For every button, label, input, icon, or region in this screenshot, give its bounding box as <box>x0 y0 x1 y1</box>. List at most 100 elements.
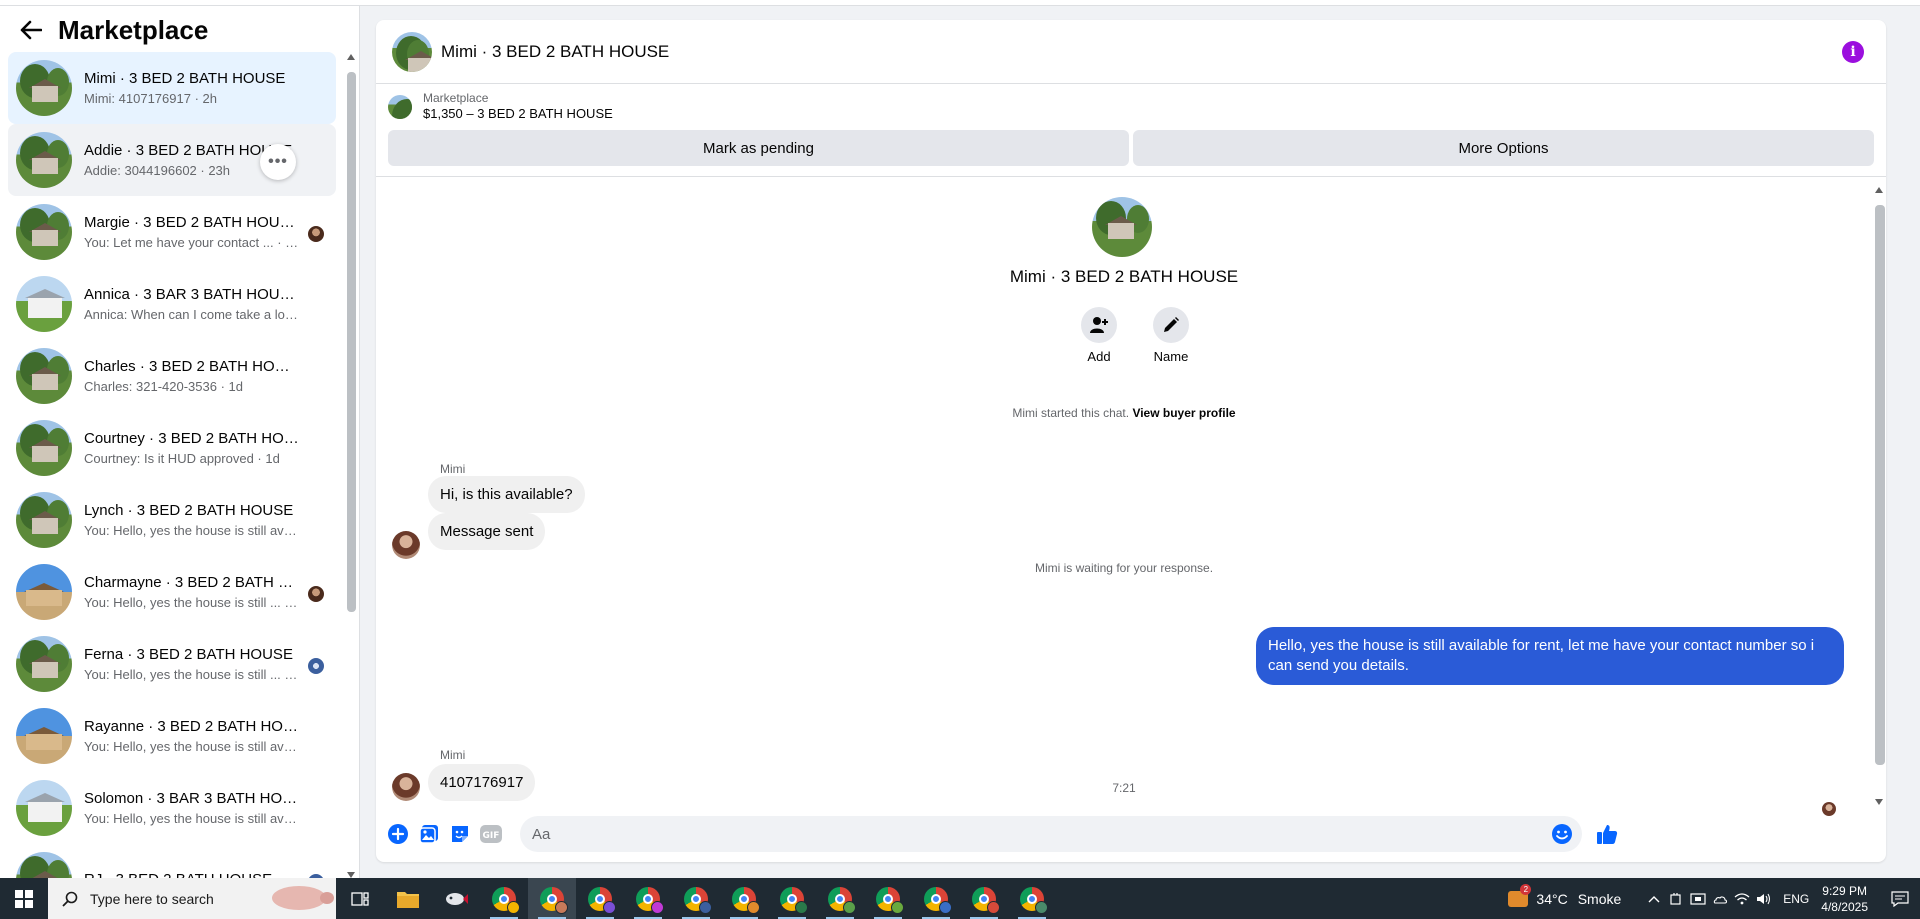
conversation-item[interactable]: Lynch · 3 BED 2 BATH HOUSE You: Hello, ye… <box>8 484 336 556</box>
language-indicator[interactable]: ENG <box>1783 892 1809 906</box>
message-timestamp: 7:21 <box>1112 781 1136 795</box>
conversation-item[interactable]: Margie · 3 BED 2 BATH HOUSE You: Let me h… <box>8 196 336 268</box>
conversation-avatar <box>16 564 72 620</box>
conversation-name: Mimi · 3 BED 2 BATH HOUSE <box>84 69 286 87</box>
conversation-name: Charles · 3 BED 2 BATH HOUSE <box>84 357 299 375</box>
emoji-icon[interactable] <box>1548 820 1576 848</box>
scrollbar-thumb[interactable] <box>1875 205 1885 765</box>
conversation-item[interactable]: RJ · 3 BED 2 BATH HOUSE <box>8 844 336 878</box>
sidebar-title: Marketplace <box>58 14 209 45</box>
windows-start-icon[interactable] <box>0 878 48 919</box>
conversation-item[interactable]: Addie · 3 BED 2 BATH HOUSE Addie: 3044196… <box>8 124 336 196</box>
chrome-profile-8-icon[interactable] <box>816 878 864 919</box>
scrollbar-thumb[interactable] <box>347 72 356 612</box>
sender-avatar[interactable] <box>392 531 420 559</box>
onedrive-icon[interactable] <box>1709 878 1731 919</box>
conversation-name: Rayanne · 3 BED 2 BATH HOUSE <box>84 717 299 735</box>
conversation-item[interactable]: Annica · 3 BAR 3 BATH HOUSE Annica: When … <box>8 268 336 340</box>
chrome-profile-1-icon[interactable] <box>480 878 528 919</box>
scroll-up-arrow-icon[interactable] <box>347 54 355 60</box>
app-fish-icon[interactable] <box>432 878 480 919</box>
chat-started-notice: Mimi started this chat. View buyer profi… <box>376 406 1872 420</box>
sidebar-header: Marketplace <box>0 6 359 54</box>
incoming-message[interactable]: Message sent <box>428 513 546 550</box>
notification-center-icon[interactable] <box>1880 878 1920 919</box>
battery-plug-icon[interactable] <box>1665 878 1687 919</box>
conversation-avatar <box>16 348 72 404</box>
taskbar-search[interactable]: Type here to search <box>48 878 336 919</box>
sticker-icon[interactable] <box>446 820 474 848</box>
sidebar-scrollbar[interactable] <box>345 52 357 878</box>
conversation-item[interactable]: Courtney · 3 BED 2 BATH HOUSE Courtney: I… <box>8 412 336 484</box>
conversation-item[interactable]: Rayanne · 3 BED 2 BATH HOUSE You: Hello, … <box>8 700 336 772</box>
mark-as-pending-button[interactable]: Mark as pending <box>388 130 1129 166</box>
conversation-preview: You: Hello, yes the house is still ... ·… <box>84 594 299 610</box>
listing-summary[interactable]: Marketplace $1,350 – 3 BED 2 BATH HOUSE <box>376 84 1886 130</box>
weather-badge: 2 <box>1520 883 1532 895</box>
speaker-icon[interactable] <box>1753 878 1775 919</box>
thumbs-up-icon[interactable] <box>1593 820 1621 848</box>
plus-circle-icon[interactable] <box>384 820 412 848</box>
conversation-item[interactable]: Charmayne · 3 BED 2 BATH H... You: Hello,… <box>8 556 336 628</box>
profile-avatar[interactable] <box>1092 197 1152 257</box>
seen-avatar-icon <box>308 658 324 674</box>
message-composer: GIF <box>376 808 1886 860</box>
chat-title[interactable]: Mimi · 3 BED 2 BATH HOUSE <box>441 42 669 62</box>
chrome-profile-2-icon[interactable] <box>528 878 576 919</box>
sender-avatar[interactable] <box>392 773 420 801</box>
photo-gallery-icon[interactable] <box>415 820 443 848</box>
conversation-name: Solomon · 3 BAR 3 BATH HOUSE <box>84 789 299 807</box>
conversation-avatar <box>16 132 72 188</box>
name-button[interactable]: Name <box>1141 307 1201 364</box>
chrome-profile-11-icon[interactable] <box>960 878 1008 919</box>
incoming-message[interactable]: Hi, is this available? <box>428 476 585 513</box>
chevron-up-icon[interactable] <box>1643 878 1665 919</box>
outgoing-message[interactable]: Hello, yes the house is still available … <box>1256 627 1844 685</box>
chrome-profile-5-icon[interactable] <box>672 878 720 919</box>
conversation-item[interactable]: Solomon · 3 BAR 3 BATH HOUSE You: Hello, … <box>8 772 336 844</box>
more-options-button[interactable]: More Options <box>1133 130 1874 166</box>
incoming-message[interactable]: 4107176917 <box>428 764 536 801</box>
chrome-profile-7-icon[interactable] <box>768 878 816 919</box>
chrome-profile-10-icon[interactable] <box>912 878 960 919</box>
conversation-list: Mimi · 3 BED 2 BATH HOUSE Mimi: 410717691… <box>0 52 344 878</box>
conversation-preview: You: Hello, yes the house is still ava..… <box>84 738 299 754</box>
add-button[interactable]: Add <box>1069 307 1129 364</box>
back-arrow-icon[interactable] <box>18 17 44 43</box>
wifi-icon[interactable] <box>1731 878 1753 919</box>
chrome-profile-4-icon[interactable] <box>624 878 672 919</box>
waiting-notice: Mimi is waiting for your response. <box>1034 561 1214 575</box>
weather-temp: 34°C <box>1536 890 1568 907</box>
conversation-preview: You: Let me have your contact ... · 23h <box>84 234 299 250</box>
add-person-icon <box>1081 307 1117 343</box>
conversation-preview: You: Hello, yes the house is still ava..… <box>84 810 299 826</box>
scroll-up-arrow-icon[interactable] <box>1875 187 1883 193</box>
conversation-preview: You: Hello, yes the house is still ava..… <box>84 522 299 538</box>
conversation-name: Charmayne · 3 BED 2 BATH H... <box>84 573 299 591</box>
gif-icon[interactable]: GIF <box>477 820 505 848</box>
chrome-profile-3-icon[interactable] <box>576 878 624 919</box>
chat-header-avatar[interactable] <box>392 31 432 72</box>
view-buyer-profile-link[interactable]: View buyer profile <box>1132 406 1235 420</box>
clock[interactable]: 9:29 PM 4/8/2025 <box>1821 883 1868 915</box>
more-options-icon[interactable]: ••• <box>260 144 296 180</box>
file-explorer-icon[interactable] <box>384 878 432 919</box>
conversation-preview: Charles: 321-420-3536 · 1d <box>84 378 243 394</box>
chrome-profile-9-icon[interactable] <box>864 878 912 919</box>
profile-name: Mimi · 3 BED 2 BATH HOUSE <box>1009 267 1239 286</box>
thread-scrollbar[interactable] <box>1872 183 1886 809</box>
conversation-name: Ferna · 3 BED 2 BATH HOUSE <box>84 645 293 663</box>
conversation-item[interactable]: Mimi · 3 BED 2 BATH HOUSE Mimi: 410717691… <box>8 52 336 124</box>
task-view-icon[interactable] <box>336 878 384 919</box>
chrome-profile-12-icon[interactable] <box>1008 878 1056 919</box>
weather-widget[interactable]: 2 34°C Smoke <box>1508 883 1621 907</box>
conversation-item[interactable]: Ferna · 3 BED 2 BATH HOUSE You: Hello, ye… <box>8 628 336 700</box>
listing-price: $1,350 – 3 BED 2 BATH HOUSE <box>423 106 613 121</box>
scroll-down-arrow-icon[interactable] <box>1875 799 1883 805</box>
conversation-item[interactable]: Charles · 3 BED 2 BATH HOUSE Charles: 321… <box>8 340 336 412</box>
chrome-profile-6-icon[interactable] <box>720 878 768 919</box>
taskbar: Type here to search 2 34°C Smoke ENG 9:2… <box>0 878 1920 919</box>
info-icon[interactable]: i <box>1842 41 1864 63</box>
meet-now-icon[interactable] <box>1687 878 1709 919</box>
message-input[interactable] <box>520 816 1582 852</box>
